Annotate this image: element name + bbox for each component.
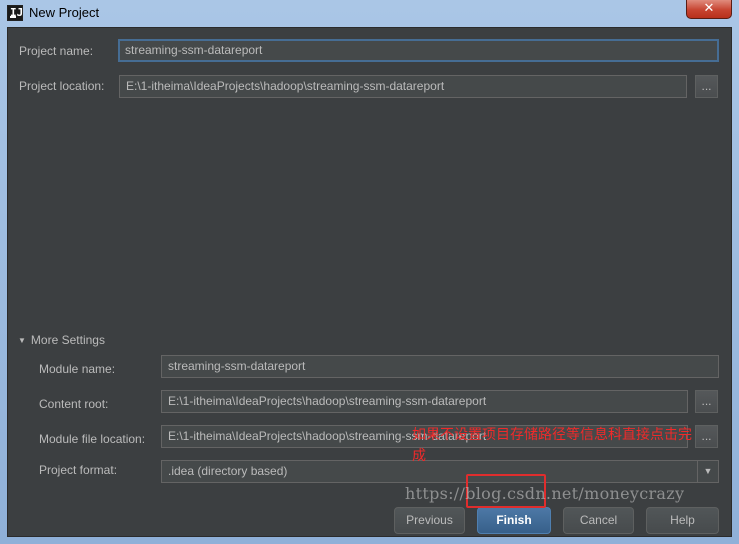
help-button[interactable]: Help: [646, 507, 719, 534]
title-bar[interactable]: IJ New Project ✕: [0, 0, 739, 26]
module-file-location-label: Module file location:: [39, 432, 146, 446]
dialog-window: IJ New Project ✕ Project name: streaming…: [0, 0, 739, 544]
more-settings-label: More Settings: [30, 333, 105, 347]
project-name-input[interactable]: streaming-ssm-datareport: [118, 39, 719, 62]
module-name-label: Module name:: [39, 362, 116, 376]
project-name-label: Project name:: [19, 44, 94, 58]
annotation-text: 如果不设置项目存储路径等信息科直接点击完成: [412, 426, 692, 463]
intellij-app-icon: IJ: [7, 5, 23, 21]
module-name-input[interactable]: streaming-ssm-datareport: [161, 355, 719, 378]
previous-button[interactable]: Previous: [394, 507, 465, 534]
project-location-label: Project location:: [19, 79, 105, 93]
watermark-text: https://blog.csdn.net/moneycrazy: [405, 484, 685, 503]
content-root-label: Content root:: [39, 397, 109, 411]
cancel-button[interactable]: Cancel: [563, 507, 634, 534]
more-settings-toggle[interactable]: ▼ More Settings: [18, 333, 105, 347]
project-name-value: streaming-ssm-datareport: [125, 43, 263, 57]
close-button[interactable]: ✕: [686, 0, 732, 19]
project-format-label: Project format:: [39, 463, 118, 477]
expand-triangle-icon: ▼: [18, 336, 26, 345]
window-title: New Project: [29, 5, 100, 20]
project-location-browse-button[interactable]: ...: [695, 75, 718, 98]
content-root-input[interactable]: E:\1-itheima\IdeaProjects\hadoop\streami…: [161, 390, 688, 413]
finish-button[interactable]: Finish: [477, 507, 551, 534]
project-location-input[interactable]: E:\1-itheima\IdeaProjects\hadoop\streami…: [119, 75, 687, 98]
project-format-value: .idea (directory based): [168, 464, 288, 478]
content-root-browse-button[interactable]: ...: [695, 390, 718, 413]
